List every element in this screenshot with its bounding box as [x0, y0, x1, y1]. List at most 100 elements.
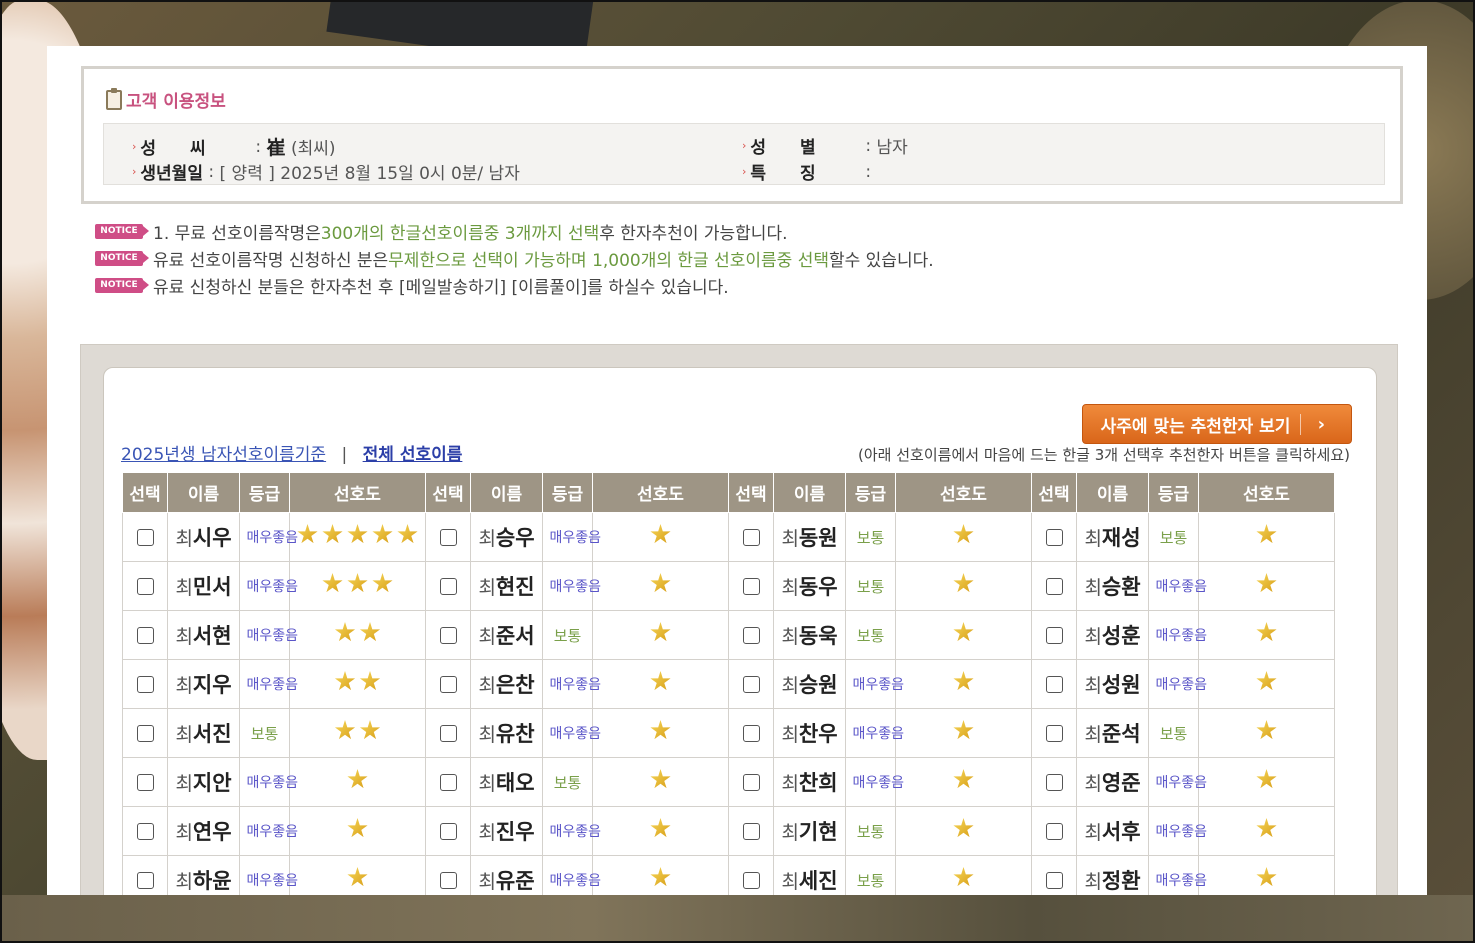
surname-text: 최 — [478, 577, 496, 599]
name-checkbox[interactable] — [136, 724, 154, 742]
name-checkbox[interactable] — [742, 577, 760, 595]
name-checkbox[interactable] — [439, 822, 457, 840]
surname-text: 최 — [175, 577, 193, 599]
name-checkbox[interactable] — [439, 626, 457, 644]
name-checkbox[interactable] — [742, 724, 760, 742]
name-checkbox[interactable] — [742, 528, 760, 546]
name-checkbox[interactable] — [742, 773, 760, 791]
name-checkbox[interactable] — [1045, 528, 1063, 546]
star-icon — [322, 524, 343, 544]
grade-text: 보통 — [553, 773, 582, 792]
birth-label: 생년월일 — [140, 164, 203, 184]
grade-cell: 매우좋음 — [542, 561, 601, 611]
preference-stars — [347, 867, 368, 888]
preference-stars — [650, 769, 671, 790]
grade-cell: 보통 — [845, 855, 896, 895]
name-checkbox[interactable] — [136, 675, 154, 693]
preference-cell — [289, 806, 426, 856]
given-name-text: 세진 — [798, 869, 838, 893]
name-cell: 최연우 — [167, 806, 240, 856]
name-checkbox[interactable] — [136, 773, 154, 791]
given-name-text: 유준 — [495, 869, 535, 893]
name-checkbox[interactable] — [742, 822, 760, 840]
name-checkbox[interactable] — [136, 577, 154, 595]
select-cell — [1031, 659, 1077, 709]
name-checkbox[interactable] — [439, 675, 457, 693]
recommend-hanja-button[interactable]: 사주에 맞는 추천한자 보기 › — [1082, 404, 1352, 444]
grade-text: 매우좋음 — [549, 873, 602, 889]
name-cell: 최영준 — [1076, 757, 1149, 807]
select-cell — [122, 806, 168, 856]
name-checkbox[interactable] — [439, 871, 457, 889]
select-cell — [425, 561, 471, 611]
given-name-text: 동욱 — [798, 624, 838, 648]
grade-cell: 매우좋음 — [1148, 806, 1207, 856]
preference-stars — [953, 769, 974, 790]
preference-cell — [1198, 610, 1335, 660]
surname-text: 최 — [478, 822, 496, 844]
name-checkbox[interactable] — [1045, 773, 1063, 791]
grade-text: 매우좋음 — [852, 775, 905, 791]
name-checkbox[interactable] — [742, 626, 760, 644]
star-icon — [1256, 720, 1277, 740]
name-cell: 최준서 — [470, 610, 543, 660]
select-cell — [122, 708, 168, 758]
grade-cell: 매우좋음 — [239, 561, 299, 611]
surname-text: 최 — [781, 528, 799, 550]
all-names-link[interactable]: 전체 선호이름 — [363, 445, 463, 465]
header-pref: 선호도 — [895, 472, 1032, 513]
name-checkbox[interactable] — [1045, 577, 1063, 595]
given-name-text: 시우 — [192, 526, 232, 550]
grade-cell: 매우좋음 — [239, 806, 299, 856]
select-cell — [728, 659, 774, 709]
name-checkbox[interactable] — [136, 871, 154, 889]
select-cell — [1031, 757, 1077, 807]
basis-link[interactable]: 2025년생 남자선호이름기준 — [121, 445, 326, 465]
star-icon — [650, 769, 671, 789]
notice-item: NOTICE 유료 신청하신 분들은 한자추천 후 [메일발송하기] [이름풀이… — [95, 272, 934, 299]
preference-cell — [289, 659, 426, 709]
name-checkbox[interactable] — [136, 528, 154, 546]
given-name-text: 진우 — [495, 820, 535, 844]
star-icon — [953, 671, 974, 691]
name-checkbox[interactable] — [439, 773, 457, 791]
name-checkbox[interactable] — [742, 675, 760, 693]
select-cell — [122, 610, 168, 660]
grade-text: 매우좋음 — [246, 824, 299, 840]
surname-text: 최 — [478, 626, 496, 648]
notice-list: NOTICE 1. 무료 선호이름작명은 300개의 한글선호이름중 3개까지 … — [95, 218, 934, 299]
table-row: 최서현 매우좋음 최준서 보통 최동욱 보통 최성훈 매우좋음 — [122, 610, 1335, 660]
star-icon — [650, 671, 671, 691]
preference-stars — [650, 818, 671, 839]
name-checkbox[interactable] — [439, 577, 457, 595]
preference-cell — [289, 561, 426, 611]
grade-cell: 보통 — [845, 561, 896, 611]
name-checkbox[interactable] — [1045, 724, 1063, 742]
name-cell: 최유찬 — [470, 708, 543, 758]
name-checkbox[interactable] — [1045, 675, 1063, 693]
name-checkbox[interactable] — [439, 528, 457, 546]
preference-cell — [1198, 561, 1335, 611]
name-checkbox[interactable] — [742, 871, 760, 889]
grade-text: 매우좋음 — [1155, 873, 1208, 889]
grade-text: 보통 — [1159, 724, 1188, 743]
star-icon — [347, 867, 368, 887]
name-checkbox[interactable] — [136, 626, 154, 644]
grade-cell: 매우좋음 — [845, 659, 904, 709]
star-icon — [1256, 769, 1277, 789]
surname-text: 최 — [781, 724, 799, 746]
star-icon — [650, 720, 671, 740]
grade-text: 매우좋음 — [246, 579, 299, 595]
name-checkbox[interactable] — [439, 724, 457, 742]
header-select: 선택 — [122, 472, 168, 513]
grade-text: 매우좋음 — [549, 824, 602, 840]
name-checkbox[interactable] — [136, 822, 154, 840]
name-checkbox[interactable] — [1045, 626, 1063, 644]
name-cell: 최찬우 — [773, 708, 846, 758]
name-checkbox[interactable] — [1045, 871, 1063, 889]
preference-stars — [297, 524, 418, 545]
preference-stars — [650, 622, 671, 643]
surname-text: 최 — [175, 675, 193, 697]
name-checkbox[interactable] — [1045, 822, 1063, 840]
star-icon — [334, 720, 356, 740]
